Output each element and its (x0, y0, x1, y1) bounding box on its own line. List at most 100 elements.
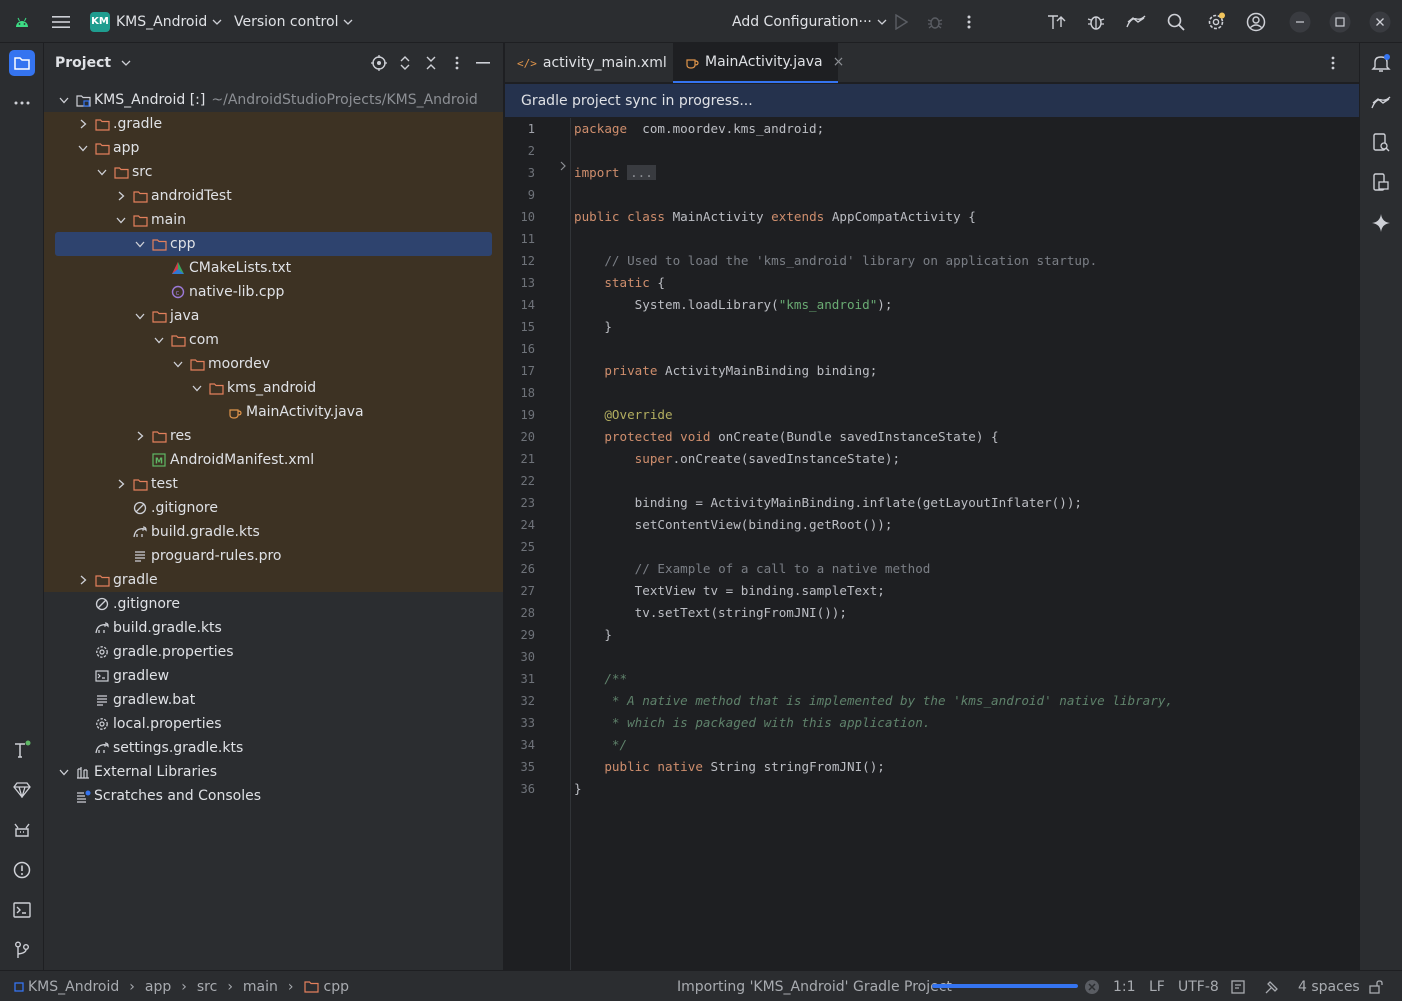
breadcrumb-item-cpp[interactable]: cpp (324, 979, 349, 995)
tree-item-gitignore[interactable]: .gitignore (44, 592, 503, 616)
maximize-icon[interactable] (1329, 11, 1351, 33)
version-control-menu[interactable]: Version control (234, 0, 353, 43)
tree-item-scratches-and-consoles[interactable]: Scratches and Consoles (44, 784, 503, 808)
project-switcher[interactable]: KM KMS_Android (90, 0, 222, 43)
chevron-down-icon[interactable] (95, 165, 109, 179)
minimize-icon[interactable] (1289, 11, 1311, 33)
breadcrumb-item-app[interactable]: app (145, 979, 171, 995)
chevron-down-icon[interactable] (57, 765, 71, 779)
file-encoding[interactable]: UTF-8 (1178, 971, 1219, 1001)
hamburger-menu-icon[interactable] (50, 11, 72, 33)
tree-item-gradle[interactable]: .gradle (44, 112, 503, 136)
editor-tab-mainactivity-java[interactable]: MainActivity.java × (673, 43, 844, 83)
chevron-right-icon[interactable] (76, 117, 90, 131)
run-configuration-select[interactable]: Add Configuration··· (732, 0, 887, 43)
account-icon[interactable] (1245, 11, 1267, 33)
collapse-all-icon[interactable] (421, 53, 441, 73)
tree-item-external-libraries[interactable]: External Libraries (44, 760, 503, 784)
tree-item-gradle-properties[interactable]: gradle.properties (44, 640, 503, 664)
settings-icon[interactable] (1205, 11, 1227, 33)
tree-item-cmakelists-txt[interactable]: CMakeLists.txt (44, 256, 503, 280)
tree-item-main[interactable]: main (44, 208, 503, 232)
more-vert-icon[interactable] (958, 11, 980, 33)
locate-file-icon[interactable] (369, 53, 389, 73)
gemini-sparkle-icon[interactable] (1368, 210, 1394, 236)
app-inspection-icon[interactable] (1085, 11, 1107, 33)
breadcrumb-item-project[interactable]: KMS_Android (28, 979, 119, 995)
notifications-icon[interactable] (1368, 50, 1394, 76)
running-devices-icon[interactable] (1368, 90, 1394, 116)
device-manager-icon[interactable] (1125, 11, 1147, 33)
chevron-right-icon[interactable] (133, 429, 147, 443)
tree-item-src[interactable]: src (44, 160, 503, 184)
version-control-icon[interactable] (9, 937, 35, 963)
tree-item-gitignore[interactable]: .gitignore (44, 496, 503, 520)
chevron-down-icon[interactable] (171, 357, 185, 371)
tree-item-androidtest[interactable]: androidTest (44, 184, 503, 208)
tree-item-local-properties[interactable]: local.properties (44, 712, 503, 736)
tree-item-moordev[interactable]: moordev (44, 352, 503, 376)
chevron-right-icon[interactable] (114, 477, 128, 491)
tree-item-proguard-rules-pro[interactable]: proguard-rules.pro (44, 544, 503, 568)
breadcrumb-item-main[interactable]: main (243, 979, 278, 995)
project-tool-icon[interactable] (9, 50, 35, 76)
chevron-right-icon[interactable] (76, 573, 90, 587)
build-icon[interactable] (9, 737, 35, 763)
inspection-widget-icon[interactable] (1264, 971, 1280, 1001)
debug-icon[interactable] (924, 11, 946, 33)
tree-item-app[interactable]: app (44, 136, 503, 160)
tree-item-gradlew[interactable]: gradlew (44, 664, 503, 688)
terminal-icon[interactable] (9, 897, 35, 923)
logcat-icon[interactable] (9, 817, 35, 843)
device-explorer-icon[interactable] (1368, 130, 1394, 156)
tree-item-kms-android[interactable]: kms_android (44, 376, 503, 400)
tree-item-build-gradle-kts[interactable]: build.gradle.kts (44, 520, 503, 544)
line-separator[interactable]: LF (1149, 971, 1165, 1001)
chevron-down-icon[interactable] (133, 309, 147, 323)
chevron-down-icon[interactable] (133, 237, 147, 251)
fold-chevron-icon[interactable] (560, 161, 567, 171)
tree-item-test[interactable]: test (44, 472, 503, 496)
chevron-down-icon[interactable] (190, 381, 204, 395)
read-only-toggle-icon[interactable] (1231, 971, 1245, 1001)
cancel-task-icon[interactable] (1084, 971, 1100, 1001)
tree-item-java[interactable]: java (44, 304, 503, 328)
more-vert-icon[interactable] (1331, 56, 1335, 70)
emulator-icon[interactable] (1368, 170, 1394, 196)
folded-imports[interactable]: ... (627, 165, 656, 180)
hide-panel-icon[interactable] (473, 53, 493, 73)
background-task-label[interactable]: Importing 'KMS_Android' Gradle Project (677, 971, 952, 1001)
project-view-dropdown[interactable]: Project (55, 55, 131, 71)
chevron-down-icon[interactable] (57, 93, 71, 107)
editor-tab-activity-main-xml[interactable]: </> activity_main.xml (505, 43, 671, 83)
search-icon[interactable] (1165, 11, 1187, 33)
gemini-diamond-icon[interactable] (9, 777, 35, 803)
run-icon[interactable] (890, 11, 912, 33)
tree-item-res[interactable]: res (44, 424, 503, 448)
tree-item-mainactivity-java[interactable]: MainActivity.java (44, 400, 503, 424)
more-tools-icon[interactable] (9, 90, 35, 116)
code-editor[interactable]: package com.moordev.kms_android; import .… (572, 118, 1359, 970)
chevron-down-icon[interactable] (76, 141, 90, 155)
chevron-right-icon[interactable] (114, 189, 128, 203)
tree-item-androidmanifest-xml[interactable]: M AndroidManifest.xml (44, 448, 503, 472)
tree-item-kms-android[interactable]: KMS_Android [:] ~/AndroidStudioProjects/K… (44, 88, 503, 112)
chevron-down-icon[interactable] (114, 213, 128, 227)
expand-all-icon[interactable] (395, 53, 415, 73)
tree-item-native-lib-cpp[interactable]: c native-lib.cpp (44, 280, 503, 304)
more-vert-icon[interactable] (447, 53, 467, 73)
close-icon[interactable] (1369, 11, 1391, 33)
tree-item-settings-gradle-kts[interactable]: settings.gradle.kts (44, 736, 503, 760)
tree-item-com[interactable]: com (44, 328, 503, 352)
breadcrumb-item-src[interactable]: src (197, 979, 217, 995)
tree-item-gradle[interactable]: gradle (44, 568, 503, 592)
tree-item-build-gradle-kts[interactable]: build.gradle.kts (44, 616, 503, 640)
tree-item-cpp[interactable]: cpp (44, 232, 503, 256)
caret-position[interactable]: 1:1 (1113, 971, 1136, 1001)
lock-icon[interactable] (1369, 971, 1383, 1001)
indent-setting[interactable]: 4 spaces (1298, 971, 1360, 1001)
tree-item-gradlew-bat[interactable]: gradlew.bat (44, 688, 503, 712)
close-tab-icon[interactable]: × (833, 54, 845, 70)
chevron-down-icon[interactable] (152, 333, 166, 347)
problems-icon[interactable] (9, 857, 35, 883)
